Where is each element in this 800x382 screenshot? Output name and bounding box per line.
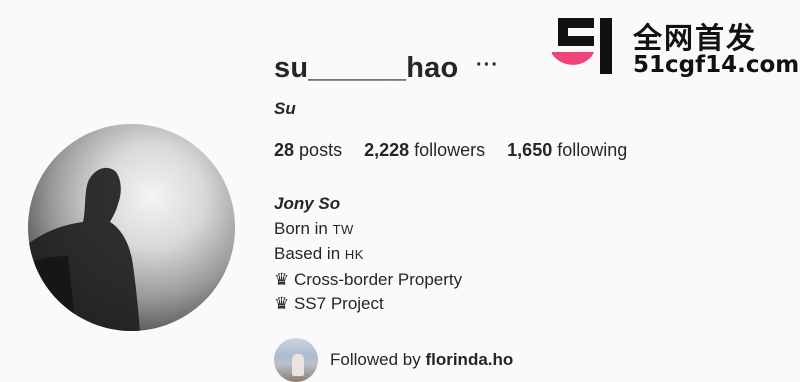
follower-avatar[interactable]	[274, 338, 318, 382]
avatar-silhouette	[28, 167, 140, 331]
bio-line-property: ♛ Cross-border Property	[274, 269, 463, 289]
bio-born-prefix: Born in	[274, 218, 328, 238]
posts-label: posts	[299, 140, 343, 160]
more-options-icon[interactable]: ···	[476, 54, 499, 77]
profile-full-name: Su	[274, 99, 296, 118]
following-count: 1,650	[507, 140, 553, 160]
watermark-logo-icon	[552, 18, 612, 74]
profile-bio: Jony So Born in TW Based in HK ♛ Cross-b…	[274, 192, 462, 317]
posts-count: 28	[274, 140, 295, 160]
bio-line-based: Based in HK	[274, 242, 462, 268]
bio-born-code: TW	[332, 221, 354, 237]
bio-line-born: Born in TW	[274, 217, 462, 243]
profile-username: su______hao	[274, 52, 459, 84]
followed-by-prefix: Followed by	[330, 350, 421, 369]
bio-name: Jony So	[274, 194, 341, 213]
followed-by-account[interactable]: florinda.ho	[425, 350, 513, 369]
bio-based-code: HK	[344, 247, 364, 262]
followed-by-text: Followed by florinda.ho	[330, 350, 513, 370]
posts-stat[interactable]: 28 posts	[274, 140, 342, 161]
profile-avatar[interactable]	[28, 124, 235, 331]
profile-stats: 28 posts 2,228 followers 1,650 following	[274, 140, 627, 161]
followers-count: 2,228	[364, 140, 410, 160]
following-stat[interactable]: 1,650 following	[507, 140, 627, 161]
watermark: 全网首发 51cgf14.com	[550, 16, 799, 80]
following-label: following	[557, 140, 628, 160]
followers-stat[interactable]: 2,228 followers	[364, 140, 485, 161]
followers-label: followers	[414, 140, 486, 160]
watermark-title: 全网首发	[633, 21, 758, 55]
bio-based-prefix: Based in	[274, 244, 341, 263]
bio-line-project: ♛ SS7 Project	[274, 294, 384, 313]
followed-by[interactable]: Followed by florinda.ho	[274, 338, 513, 382]
watermark-domain: 51cgf14.com	[633, 52, 800, 78]
